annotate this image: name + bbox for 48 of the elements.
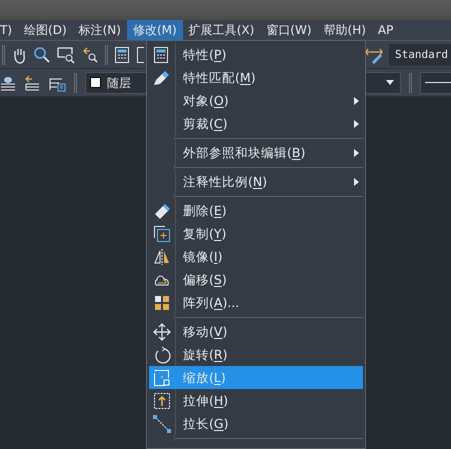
menu-item[interactable]: 外部参照和块编辑(B) [149, 141, 363, 164]
mirror-icon [153, 248, 171, 266]
submenu-arrow-icon [353, 96, 359, 104]
menu-item[interactable]: 移动(V) [149, 320, 363, 343]
panel-icon[interactable] [136, 46, 144, 64]
lineweight-dropdown[interactable] [420, 72, 451, 94]
zoom-previous-icon[interactable] [81, 46, 99, 64]
scale-icon [153, 368, 171, 386]
menu-item[interactable]: T) [0, 20, 18, 40]
menu-item[interactable]: 绘图(D) [18, 20, 73, 40]
menu-item[interactable]: 删除(E) [149, 199, 363, 222]
menu-item[interactable]: 特性匹配(M) [149, 66, 363, 89]
swatch-icon [90, 77, 101, 88]
zoom-window-icon[interactable] [57, 46, 75, 64]
menu-item[interactable]: AP [372, 20, 400, 40]
layer-previous-icon[interactable] [24, 74, 40, 92]
dimension-style-field[interactable]: Standard [389, 44, 451, 66]
rotate-icon [153, 346, 171, 364]
submenu-arrow-icon [353, 148, 359, 156]
eraser-icon [153, 202, 171, 220]
menu-item[interactable]: 镜像(I) [149, 245, 363, 268]
menu-item[interactable]: 拉长(G) [149, 412, 363, 435]
menu-item[interactable]: 特性(P) [149, 43, 363, 66]
menu-item[interactable]: 扩展工具(X) [182, 20, 260, 40]
lengthen-icon [153, 414, 171, 432]
properties-icon [153, 46, 171, 64]
menu-item[interactable]: 剪裁(C) [149, 112, 363, 135]
menu-item[interactable]: 帮助(H) [318, 20, 372, 40]
menu-item[interactable]: 阵列(A)... [149, 291, 363, 314]
properties-icon[interactable] [114, 46, 130, 64]
menu-item[interactable]: 复制(Y) [149, 222, 363, 245]
line-sample-icon [424, 82, 451, 83]
submenu-arrow-icon [353, 120, 359, 128]
menu-item[interactable]: 修改(M) [126, 20, 183, 40]
zoom-icon[interactable] [33, 46, 51, 64]
menu-item[interactable]: 对象(O) [149, 89, 363, 112]
menu-item[interactable]: 标注(N) [72, 20, 127, 40]
move-icon [153, 322, 171, 340]
menu-item[interactable]: 拉伸(H) [149, 389, 363, 412]
array-icon [153, 294, 171, 312]
layer-label: 随层 [107, 74, 131, 92]
menu-item[interactable]: 注释性比例(N) [149, 170, 363, 193]
copy-icon [153, 224, 171, 242]
submenu-arrow-icon [353, 178, 359, 186]
caret-icon [386, 80, 394, 85]
menu-item[interactable]: 窗口(W) [260, 20, 318, 40]
menu-item[interactable]: 偏移(S) [149, 268, 363, 291]
stretch-icon [153, 392, 171, 410]
